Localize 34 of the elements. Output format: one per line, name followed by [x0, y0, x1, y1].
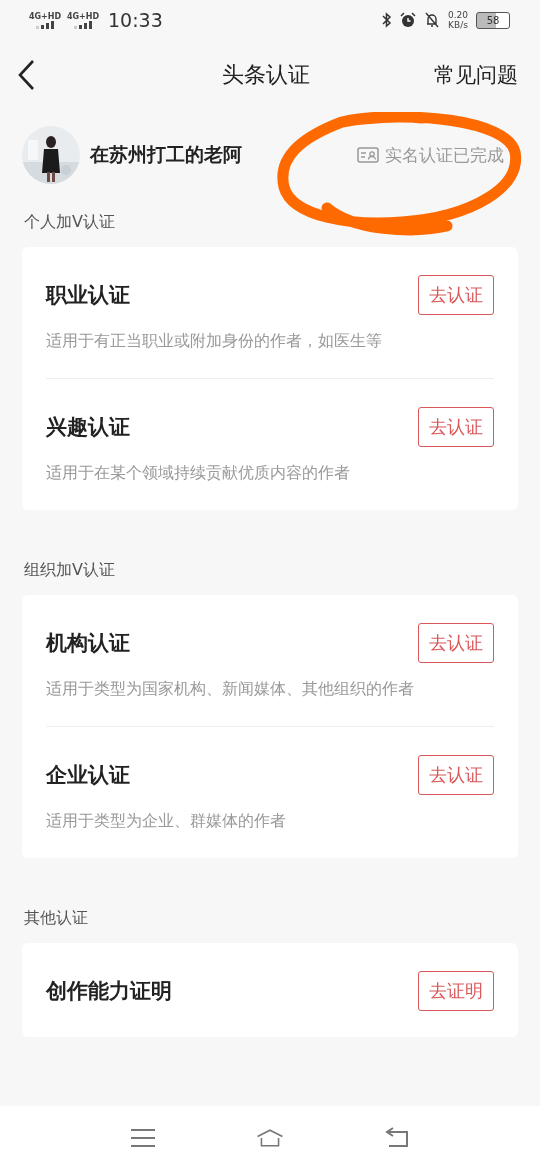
certification-description: 适用于类型为企业、群媒体的作者 — [46, 811, 287, 832]
clock-time: 10:33 — [108, 9, 163, 31]
alarm-icon — [399, 12, 416, 28]
menu-icon[interactable] — [129, 1126, 158, 1150]
faq-link[interactable]: 常见问题 — [434, 61, 518, 89]
network-speed: 0.20 — [447, 10, 468, 20]
section-label: 个人加V认证 — [23, 211, 116, 233]
id-card-icon — [357, 147, 379, 163]
signal-icon — [73, 20, 93, 29]
certify-button[interactable]: 去认证 — [418, 623, 494, 663]
section-label: 其他认证 — [23, 907, 89, 929]
certification-description: 适用于有正当职业或附加身份的作者，如医生等 — [46, 331, 383, 352]
certification-title: 创作能力证明 — [46, 978, 172, 1005]
verification-status: 实名认证已完成 — [385, 143, 504, 167]
network-label: 4G+HD — [66, 11, 100, 21]
certification-title: 企业认证 — [46, 762, 130, 789]
certification-description: 适用于类型为国家机构、新闻媒体、其他组织的作者 — [46, 679, 415, 700]
speed-unit: KB/s — [448, 20, 468, 30]
certification-title: 职业认证 — [46, 282, 130, 309]
certification-description: 适用于在某个领域持续贡献优质内容的作者 — [46, 463, 351, 484]
muted-bell-icon — [423, 12, 440, 28]
certification-title: 机构认证 — [46, 630, 130, 657]
certify-button[interactable]: 去认证 — [418, 407, 494, 447]
user-name: 在苏州打工的老阿 — [90, 142, 242, 167]
certify-button[interactable]: 去认证 — [418, 755, 494, 795]
certify-button[interactable]: 去证明 — [418, 971, 494, 1011]
signal-icon — [35, 20, 55, 29]
certify-button[interactable]: 去认证 — [418, 275, 494, 315]
page-title: 头条认证 — [221, 61, 311, 89]
certification-title: 兴趣认证 — [46, 414, 130, 441]
battery-indicator: 58 — [476, 11, 510, 29]
bluetooth-icon — [381, 12, 392, 28]
network-label: 4G+HD — [28, 11, 62, 21]
section-label: 组织加V认证 — [23, 559, 116, 581]
